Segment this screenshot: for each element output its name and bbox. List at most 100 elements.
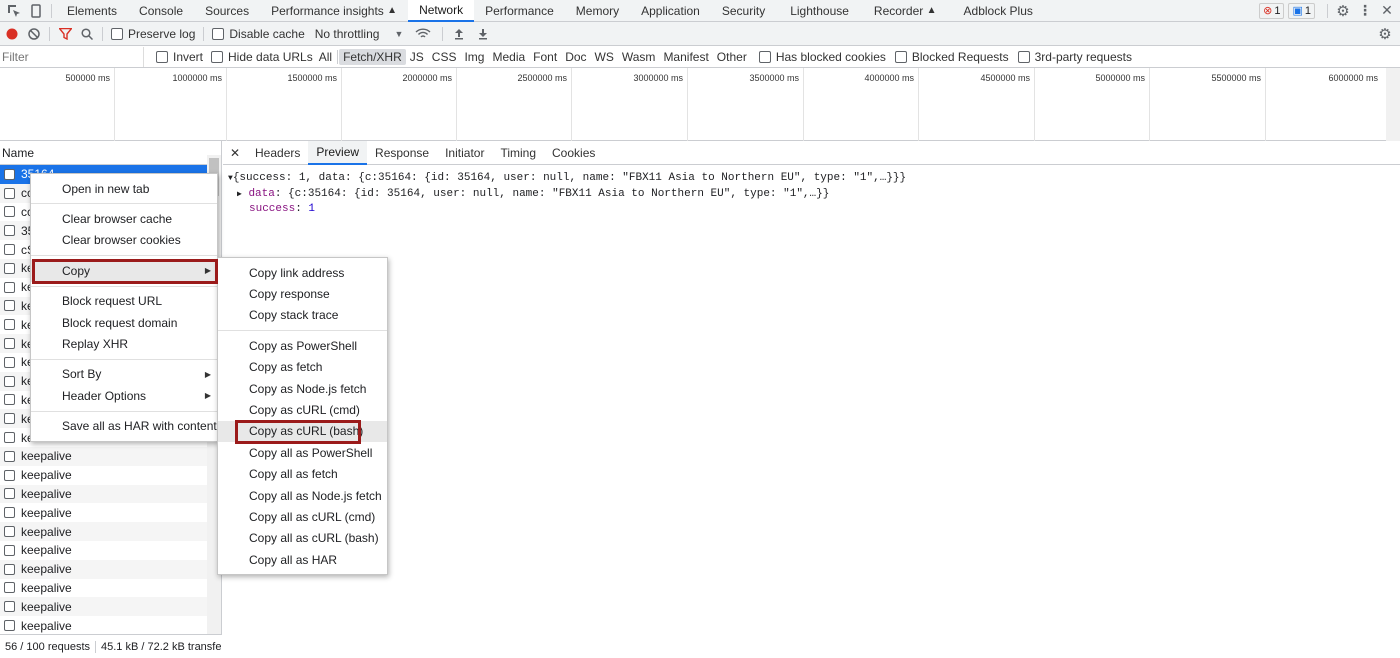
export-har-icon[interactable] [471,28,495,40]
row-checkbox[interactable] [4,544,15,556]
menu-copy-stack-trace[interactable]: Copy stack trace [218,305,387,326]
tab-recorder[interactable]: Recorder ▲ [863,0,948,22]
request-row[interactable]: keepalive [0,446,207,466]
tab-preview[interactable]: Preview [308,140,368,165]
menu-copy-all-as-fetch[interactable]: Copy all as fetch [218,464,387,485]
row-checkbox[interactable] [4,469,15,481]
tab-application[interactable]: Application [630,0,711,22]
request-row[interactable]: keepalive [0,597,207,617]
row-checkbox[interactable] [4,582,15,594]
message-count-badge[interactable]: ▣ 1 [1288,2,1315,19]
menu-copy-response[interactable]: Copy response [218,283,387,304]
filter-type-js[interactable]: JS [406,49,428,65]
checkbox-box[interactable] [212,27,225,40]
tab-response[interactable]: Response [367,141,437,165]
row-checkbox[interactable] [4,620,15,632]
tab-lighthouse[interactable]: Lighthouse [776,0,863,22]
tab-console[interactable]: Console [128,0,194,22]
row-checkbox[interactable] [4,413,15,425]
tab-performance-insights[interactable]: Performance insights ▲ [260,0,408,22]
filter-type-wasm[interactable]: Wasm [618,49,660,65]
row-checkbox[interactable] [4,356,15,368]
request-row[interactable]: keepalive [0,503,207,522]
menu-copy-all-as-har[interactable]: Copy all as HAR [218,549,387,570]
tab-performance[interactable]: Performance [474,0,565,22]
network-conditions-icon[interactable] [408,27,438,40]
row-checkbox[interactable] [4,488,15,500]
row-checkbox[interactable] [4,375,15,387]
checkbox-box[interactable] [1017,50,1030,63]
menu-header-options[interactable]: Header Options ▶ [31,385,217,406]
menu-block-request-url[interactable]: Block request URL [31,291,217,312]
tab-memory[interactable]: Memory [565,0,630,22]
record-icon[interactable] [1,28,23,40]
menu-copy-all-as-curl-cmd[interactable]: Copy all as cURL (cmd) [218,506,387,527]
settings-gear-icon[interactable]: ⚙ [1332,2,1354,20]
more-options-icon[interactable]: ⋮ [1354,2,1376,19]
preserve-log-checkbox[interactable]: Preserve log [111,27,195,41]
row-checkbox[interactable] [4,244,15,256]
row-checkbox[interactable] [4,450,15,462]
request-row[interactable]: keepalive [0,466,207,485]
filter-icon[interactable] [54,27,76,40]
menu-save-all-as-har[interactable]: Save all as HAR with content [31,416,217,437]
name-column-header[interactable]: Name [0,141,221,165]
row-checkbox[interactable] [4,281,15,293]
filter-type-manifest[interactable]: Manifest [659,49,712,65]
row-checkbox[interactable] [4,526,15,538]
menu-clear-browser-cookies[interactable]: Clear browser cookies [31,230,217,251]
hide-data-urls-checkbox[interactable]: Hide data URLs [211,50,313,64]
menu-clear-browser-cache[interactable]: Clear browser cache [31,208,217,229]
import-har-icon[interactable] [447,28,471,40]
tab-adblock-plus[interactable]: Adblock Plus [948,0,1049,22]
inspect-element-icon[interactable] [3,4,25,18]
menu-copy-as-nodejs-fetch[interactable]: Copy as Node.js fetch [218,378,387,399]
request-row[interactable]: keepalive [0,484,207,504]
menu-replay-xhr[interactable]: Replay XHR [31,333,217,354]
menu-copy-as-fetch[interactable]: Copy as fetch [218,357,387,378]
search-icon[interactable] [76,27,98,40]
request-row[interactable]: keepalive [0,579,207,598]
menu-open-in-new-tab[interactable]: Open in new tab [31,178,217,199]
error-count-badge[interactable]: ⊗ 1 [1259,2,1285,19]
checkbox-box[interactable] [111,27,123,40]
filter-type-all[interactable]: All [315,49,336,65]
network-settings-gear-icon[interactable]: ⚙ [1373,25,1397,43]
tab-network[interactable]: Network [408,0,475,22]
has-blocked-cookies-checkbox[interactable]: Has blocked cookies [758,50,886,64]
row-checkbox[interactable] [4,206,15,218]
menu-copy-all-as-powershell[interactable]: Copy all as PowerShell [218,442,387,463]
filter-type-other[interactable]: Other [713,49,751,65]
clear-icon[interactable] [23,27,45,40]
tab-headers[interactable]: Headers [247,141,308,165]
filter-type-ws[interactable]: WS [591,49,618,65]
tab-security[interactable]: Security [711,0,776,22]
row-checkbox[interactable] [4,432,15,444]
tab-cookies[interactable]: Cookies [544,141,603,165]
invert-checkbox[interactable]: Invert [156,50,203,64]
filter-input[interactable] [0,46,144,67]
menu-copy-all-as-curl-bash[interactable]: Copy all as cURL (bash) [218,528,387,549]
filter-type-media[interactable]: Media [488,49,529,65]
filter-type-css[interactable]: CSS [428,49,461,65]
tab-elements[interactable]: Elements [56,0,128,22]
tab-timing[interactable]: Timing [492,141,544,165]
checkbox-box[interactable] [156,50,168,63]
blocked-requests-checkbox[interactable]: Blocked Requests [894,50,1009,64]
request-row[interactable]: keepalive [0,522,207,541]
row-checkbox[interactable] [4,168,15,180]
row-checkbox[interactable] [4,225,15,237]
tab-sources[interactable]: Sources [194,0,260,22]
close-devtools-icon[interactable]: ✕ [1376,2,1398,19]
menu-copy-as-curl-cmd[interactable]: Copy as cURL (cmd) [218,399,387,420]
preview-data-line[interactable]: ▶ data: {c:35164: {id: 35164, user: null… [228,187,1400,203]
menu-copy-link-address[interactable]: Copy link address [218,262,387,283]
row-checkbox[interactable] [4,187,15,199]
checkbox-box[interactable] [758,50,771,63]
menu-sort-by[interactable]: Sort By ▶ [31,364,217,385]
row-checkbox[interactable] [4,300,15,312]
filter-type-doc[interactable]: Doc [561,49,590,65]
row-checkbox[interactable] [4,338,15,350]
checkbox-box[interactable] [894,50,907,63]
preview-root-line[interactable]: ▼{success: 1, data: {c:35164: {id: 35164… [228,171,1400,187]
